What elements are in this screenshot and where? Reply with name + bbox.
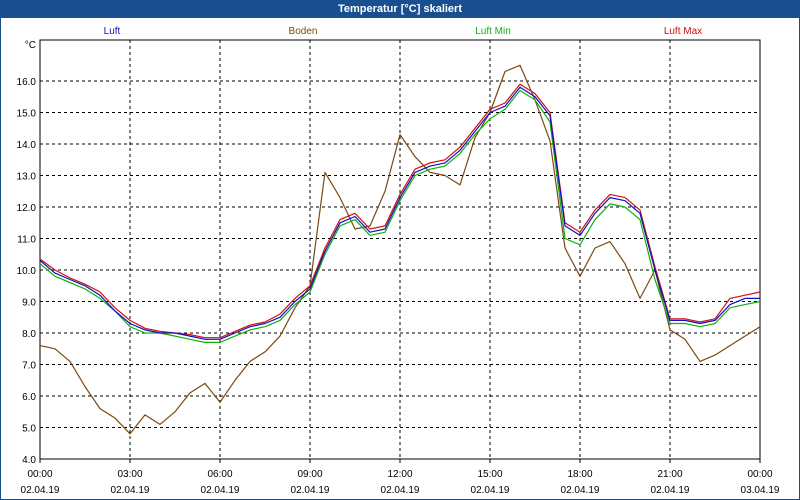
y-tick-label: 12.0 <box>17 203 37 214</box>
legend-luft-max: Luft Max <box>664 26 702 37</box>
x-tick-date: 02.04.19 <box>21 485 60 496</box>
legend-boden: Boden <box>289 26 318 37</box>
x-tick-date: 03.04.19 <box>741 485 780 496</box>
chart-title: Temperatur [°C] skaliert <box>0 0 800 18</box>
x-tick-time: 09:00 <box>297 469 322 480</box>
y-tick-label: 11.0 <box>17 235 36 246</box>
x-tick-date: 02.04.19 <box>471 485 510 496</box>
y-tick-label: 4.0 <box>22 455 36 466</box>
x-tick-time: 21:00 <box>657 469 682 480</box>
x-tick-date: 02.04.19 <box>201 485 240 496</box>
y-tick-label: 16.0 <box>17 77 37 88</box>
x-tick-time: 00:00 <box>747 469 772 480</box>
x-tick-date: 02.04.19 <box>651 485 690 496</box>
x-tick-time: 12:00 <box>387 469 412 480</box>
y-axis-label: °C <box>25 40 36 51</box>
y-tick-label: 10.0 <box>17 266 37 277</box>
y-tick-label: 15.0 <box>17 109 37 120</box>
x-tick-date: 02.04.19 <box>561 485 600 496</box>
y-tick-label: 5.0 <box>22 424 36 435</box>
y-tick-label: 6.0 <box>22 392 36 403</box>
y-tick-label: 13.0 <box>17 172 37 183</box>
temperature-chart: 4.0 5.0 6.0 7.0 8.0 9.0 10.0 11.0 12.0 13.0 14.0 15… <box>17 26 780 496</box>
x-tick-date: 02.04.19 <box>381 485 420 496</box>
x-tick-time: 00:00 <box>27 469 52 480</box>
y-tick-label: 9.0 <box>22 298 36 309</box>
x-tick-time: 06:00 <box>207 469 232 480</box>
y-tick-label: 14.0 <box>17 140 37 151</box>
x-tick-time: 18:00 <box>567 469 592 480</box>
legend-luft-min: Luft Min <box>475 26 511 37</box>
y-tick-label: 8.0 <box>22 329 36 340</box>
legend-luft: Luft <box>104 26 121 37</box>
x-tick-date: 02.04.19 <box>291 485 330 496</box>
x-tick-time: 15:00 <box>477 469 502 480</box>
y-tick-label: 7.0 <box>22 361 36 372</box>
x-tick-date: 02.04.19 <box>111 485 150 496</box>
x-tick-time: 03:00 <box>117 469 142 480</box>
